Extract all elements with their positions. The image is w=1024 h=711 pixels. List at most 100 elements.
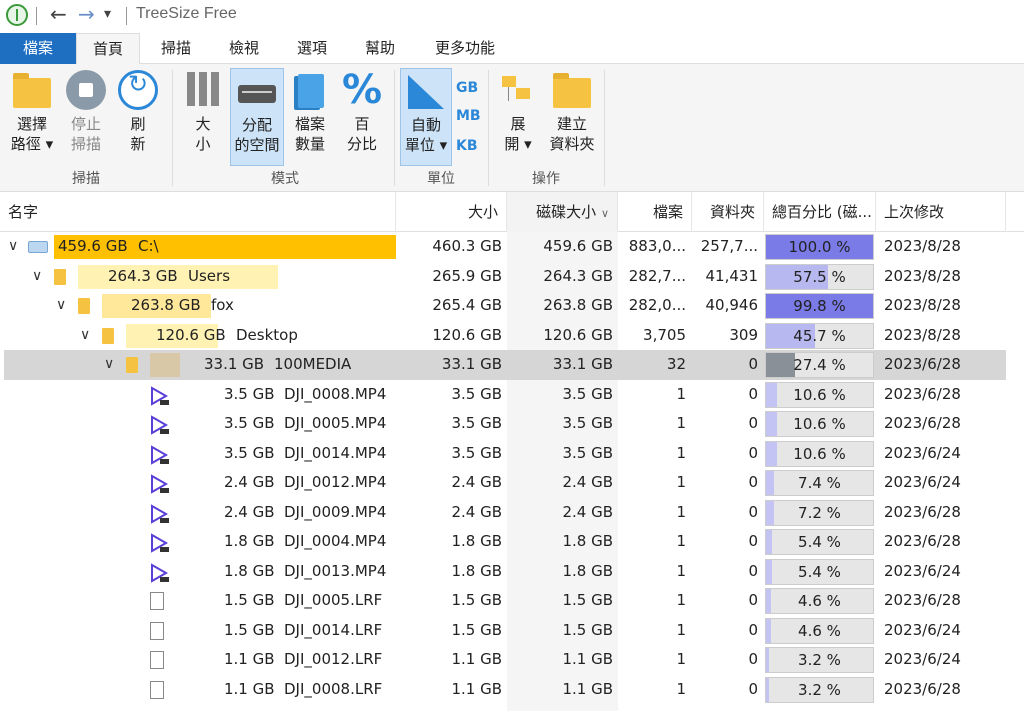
- bar-size-label: 2.4 GB: [224, 473, 275, 491]
- item-name[interactable]: DJI_0008.MP4: [284, 380, 386, 410]
- table-row[interactable]: 3.5 GB DJI_0008.MP4 3.5 GB 3.5 GB 1 0 2023/6/2…: [0, 380, 1024, 410]
- folders-cell: 0: [748, 384, 758, 403]
- tab-view[interactable]: 檢視: [212, 33, 276, 64]
- table-row[interactable]: 1.5 GB DJI_0014.LRF 1.5 GB 1.5 GB 1 0 2023/6/2…: [0, 616, 1024, 646]
- table-row[interactable]: 3.5 GB DJI_0014.MP4 3.5 GB 3.5 GB 1 0 2023/6/2…: [0, 439, 1024, 469]
- column-header-percent[interactable]: 總百分比 (磁...: [764, 192, 876, 232]
- item-name[interactable]: DJI_0005.LRF: [284, 586, 382, 616]
- stop-scan-button[interactable]: 停止 掃描: [62, 70, 110, 154]
- size-cell: 460.3 GB: [432, 237, 502, 255]
- item-name[interactable]: DJI_0012.LRF: [284, 645, 382, 675]
- modified-cell: 2023/6/24: [884, 473, 961, 491]
- column-header-disk-size[interactable]: 磁碟大小 ∨: [507, 192, 618, 232]
- percent-text: 3.2 %: [798, 651, 841, 669]
- size-bar: [150, 353, 180, 377]
- modified-cell: 2023/8/28: [884, 237, 961, 255]
- table-row[interactable]: 3.5 GB DJI_0005.MP4 3.5 GB 3.5 GB 1 0 2023/6/2…: [0, 409, 1024, 439]
- item-name[interactable]: DJI_0013.MP4: [284, 557, 386, 587]
- allocated-space-button[interactable]: 分配 的空間: [230, 68, 284, 166]
- percent-text: 10.6 %: [793, 385, 846, 404]
- tab-home[interactable]: 首頁: [76, 33, 140, 64]
- modified-cell: 2023/6/24: [884, 650, 961, 668]
- table-row[interactable]: ∨ 264.3 GB Users 265.9 GB 264.3 GB 282,7... 41…: [0, 262, 1024, 292]
- item-name[interactable]: DJI_0014.MP4: [284, 439, 386, 469]
- disk-size-cell: 1.1 GB: [562, 650, 613, 668]
- table-row[interactable]: 1.1 GB DJI_0008.LRF 1.1 GB 1.1 GB 1 0 2023/6/2…: [0, 675, 1024, 705]
- item-name[interactable]: DJI_0009.MP4: [284, 498, 386, 528]
- item-name[interactable]: DJI_0004.MP4: [284, 527, 386, 557]
- expand-chevron-icon[interactable]: ∨: [80, 321, 90, 351]
- percent-bar: 27.4 %: [765, 352, 874, 378]
- title-bar: ← → ▾ TreeSize Free: [0, 0, 1024, 33]
- table-row[interactable]: ∨ 459.6 GB C:\ 460.3 GB 459.6 GB 883,0... 257,…: [0, 232, 1024, 262]
- expand-chevron-icon[interactable]: ∨: [56, 291, 66, 321]
- table-row[interactable]: 1.8 GB DJI_0004.MP4 1.8 GB 1.8 GB 1 0 2023/6/2…: [0, 527, 1024, 557]
- file-count-button[interactable]: 檔案 數量: [288, 70, 332, 154]
- percent-text: 5.4 %: [798, 533, 841, 551]
- files-cell: 1: [676, 591, 686, 609]
- file-icon: [150, 680, 164, 699]
- modified-cell: 2023/6/24: [884, 561, 961, 580]
- percent-text: 45.7 %: [793, 326, 846, 345]
- column-header-folders[interactable]: 資料夾: [692, 192, 764, 232]
- item-name[interactable]: 100MEDIA: [274, 350, 351, 380]
- new-folder-button[interactable]: 建立 資料夾: [546, 70, 598, 154]
- percent-button[interactable]: % 百 分比: [338, 70, 386, 154]
- table-row-selected[interactable]: ∨ 33.1 GB 100MEDIA 33.1 GB 33.1 GB 32 0 2023/6/…: [0, 350, 1024, 380]
- item-name[interactable]: DJI_0008.LRF: [284, 675, 382, 705]
- file-icon: [150, 651, 164, 669]
- disk-size-cell: 1.5 GB: [562, 620, 613, 639]
- expand-chevron-icon[interactable]: ∨: [8, 232, 18, 262]
- tab-options[interactable]: 選項: [280, 33, 344, 64]
- modified-cell: 2023/6/28: [884, 355, 961, 373]
- tab-more[interactable]: 更多功能: [420, 33, 510, 64]
- item-name[interactable]: Desktop: [236, 321, 298, 351]
- table-row[interactable]: 1.8 GB DJI_0013.MP4 1.8 GB 1.8 GB 1 0 2023/6/2…: [0, 557, 1024, 587]
- column-header-modified[interactable]: 上次修改: [876, 192, 1006, 232]
- table-row[interactable]: 1.5 GB DJI_0005.LRF 1.5 GB 1.5 GB 1 0 2023/6/2…: [0, 586, 1024, 616]
- item-name[interactable]: Users: [188, 262, 230, 292]
- unit-kb-button[interactable]: KB: [456, 138, 478, 154]
- column-header-size[interactable]: 大小: [396, 192, 507, 232]
- bar-size-label: 263.8 GB: [131, 296, 201, 314]
- folders-cell: 0: [748, 620, 758, 639]
- item-name[interactable]: DJI_0005.MP4: [284, 409, 386, 439]
- size-cell: 1.8 GB: [451, 561, 502, 580]
- group-label-scan: 掃描: [72, 171, 100, 187]
- auto-unit-button[interactable]: 自動 單位 ▾: [400, 68, 452, 166]
- tab-file[interactable]: 檔案: [0, 33, 76, 64]
- stop-icon: [66, 70, 106, 110]
- tab-help[interactable]: 幫助: [348, 33, 412, 64]
- back-arrow-icon[interactable]: ←: [50, 2, 67, 26]
- table-row[interactable]: ∨ 120.6 GB Desktop 120.6 GB 120.6 GB 3,705 309…: [0, 321, 1024, 351]
- percent-text: 4.6 %: [798, 592, 841, 610]
- refresh-button[interactable]: 刷 新: [114, 70, 162, 154]
- size-cell: 1.5 GB: [451, 591, 502, 609]
- size-mode-button[interactable]: 大 小: [180, 70, 226, 154]
- item-name[interactable]: C:\: [138, 232, 159, 262]
- quick-access-dropdown-icon[interactable]: ▾: [104, 6, 111, 22]
- column-header-name[interactable]: 名字: [0, 192, 396, 232]
- expand-button[interactable]: 展 開 ▾: [496, 70, 540, 154]
- select-path-button[interactable]: 選擇 路徑 ▾: [6, 70, 58, 154]
- folders-cell: 40,946: [705, 296, 759, 314]
- unit-mb-button[interactable]: MB: [456, 108, 481, 124]
- bar-size-label: 33.1 GB: [204, 355, 265, 373]
- tab-scan[interactable]: 掃描: [144, 33, 208, 64]
- item-name[interactable]: fox: [211, 291, 234, 321]
- video-icon: [150, 533, 169, 553]
- expand-chevron-icon[interactable]: ∨: [104, 350, 114, 380]
- item-name[interactable]: DJI_0014.LRF: [284, 616, 382, 646]
- video-icon: [150, 562, 169, 583]
- modified-cell: 2023/6/28: [884, 414, 961, 432]
- table-row[interactable]: 2.4 GB DJI_0009.MP4 2.4 GB 2.4 GB 1 0 2023/6/2…: [0, 498, 1024, 528]
- item-name[interactable]: DJI_0012.MP4: [284, 468, 386, 498]
- unit-gb-button[interactable]: GB: [456, 80, 478, 96]
- forward-arrow-icon[interactable]: →: [78, 2, 95, 26]
- table-row[interactable]: 1.1 GB DJI_0012.LRF 1.1 GB 1.1 GB 1 0 2023/6/2…: [0, 645, 1024, 675]
- expand-chevron-icon[interactable]: ∨: [32, 262, 42, 292]
- table-row[interactable]: 2.4 GB DJI_0012.MP4 2.4 GB 2.4 GB 1 0 2023/6/2…: [0, 468, 1024, 498]
- new-folder-icon: [553, 73, 591, 108]
- column-header-files[interactable]: 檔案: [618, 192, 692, 232]
- table-row[interactable]: ∨ 263.8 GB fox 265.4 GB 263.8 GB 282,0... 40,9…: [0, 291, 1024, 321]
